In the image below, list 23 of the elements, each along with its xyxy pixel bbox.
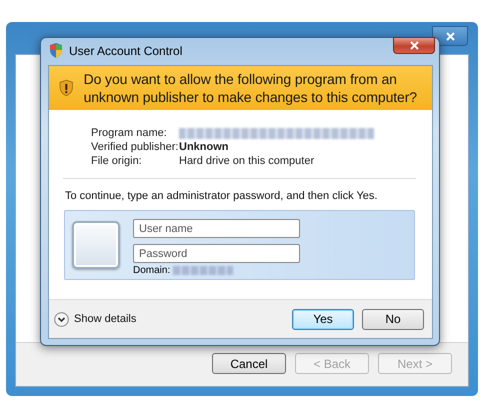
- detail-label: Verified publisher:: [91, 141, 179, 153]
- detail-value: Hard drive on this computer: [179, 155, 316, 167]
- cancel-button[interactable]: Cancel: [212, 353, 286, 374]
- blurred-text: [173, 266, 234, 275]
- detail-label: File origin:: [91, 155, 143, 167]
- window-title: User Account Control: [69, 44, 182, 58]
- username-field[interactable]: User name: [133, 219, 300, 238]
- close-button[interactable]: [432, 26, 468, 46]
- close-icon: [410, 40, 418, 50]
- domain-label: Domain:: [133, 265, 170, 276]
- show-details-toggle[interactable]: Show details: [54, 312, 136, 326]
- no-button[interactable]: No: [362, 308, 424, 330]
- detail-label: Program name:: [91, 127, 168, 139]
- user-tile-icon: [72, 221, 120, 269]
- instruction-text: To continue, type an administrator password, and then click Yes.: [64, 189, 378, 202]
- shield-icon: [49, 43, 63, 58]
- detail-value: Unknown: [179, 141, 230, 153]
- yes-button[interactable]: Yes: [292, 308, 354, 330]
- password-field[interactable]: Password: [133, 244, 300, 263]
- chevron-icon: [54, 312, 69, 326]
- close-icon: [446, 32, 454, 40]
- close-button[interactable]: [393, 37, 435, 54]
- question-text: Do you want to allow the following program from an unknown publisher to make changes to this computer?: [84, 70, 418, 106]
